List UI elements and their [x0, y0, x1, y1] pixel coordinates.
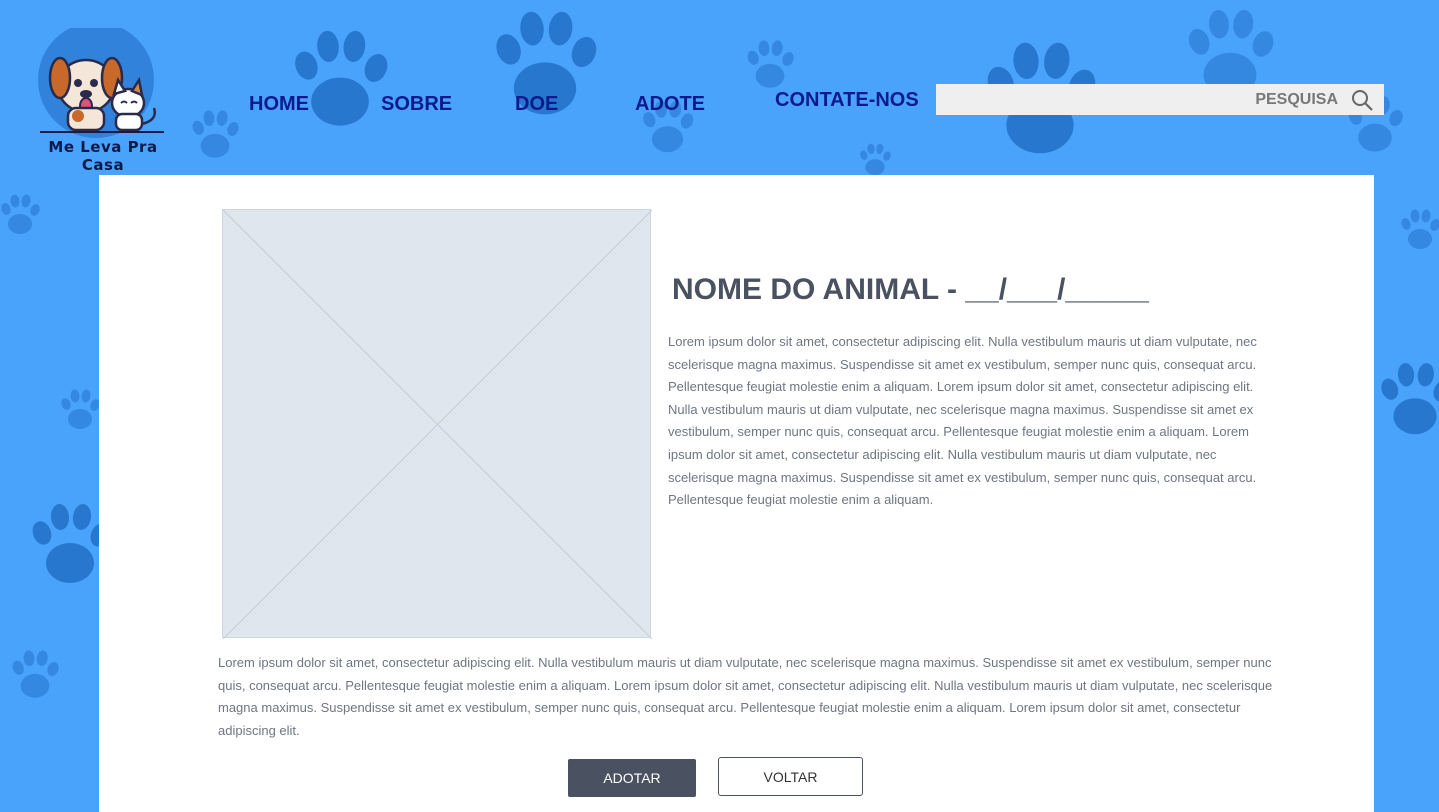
adopt-button[interactable]: ADOTAR	[568, 759, 696, 797]
nav-doe[interactable]: DOE	[515, 93, 558, 116]
animal-detail-card: NOME DO ANIMAL - __/___/_____ Lorem ipsu…	[99, 175, 1374, 812]
animal-description: Lorem ipsum dolor sit amet, consectetur …	[668, 334, 1257, 508]
paw-print-icon	[1378, 362, 1439, 435]
search-bar	[936, 84, 1384, 115]
nav-contate-nos[interactable]: CONTATE-NOS	[775, 89, 919, 112]
image-placeholder-icon	[223, 210, 652, 639]
brand-logo[interactable]: Me Leva Pra Casa	[28, 22, 178, 174]
paw-print-icon	[59, 388, 102, 429]
paw-print-icon	[858, 143, 893, 176]
animal-name-title: NOME DO ANIMAL - __/___/_____	[672, 273, 1149, 306]
search-icon[interactable]	[1350, 88, 1374, 112]
back-button[interactable]: VOLTAR	[718, 757, 863, 796]
paw-print-icon	[1399, 208, 1439, 249]
paw-print-icon	[291, 29, 392, 126]
animal-image-placeholder	[222, 209, 652, 639]
animal-details: Lorem ipsum dolor sit amet, consectetur …	[218, 655, 1273, 738]
dog-and-cat-logo	[38, 22, 164, 138]
page: Me Leva Pra Casa HOME SOBRE DOE ADOTE CO…	[0, 0, 1439, 812]
nav-home[interactable]: HOME	[249, 93, 309, 116]
search-input[interactable]	[958, 85, 1350, 114]
nav-sobre[interactable]: SOBRE	[381, 93, 452, 116]
paw-print-icon	[10, 649, 61, 698]
paw-print-icon	[190, 109, 241, 158]
nav-adote[interactable]: ADOTE	[635, 93, 705, 116]
paw-print-icon	[0, 193, 42, 234]
brand-name: Me Leva Pra Casa	[48, 138, 158, 174]
paw-print-icon	[745, 39, 796, 88]
